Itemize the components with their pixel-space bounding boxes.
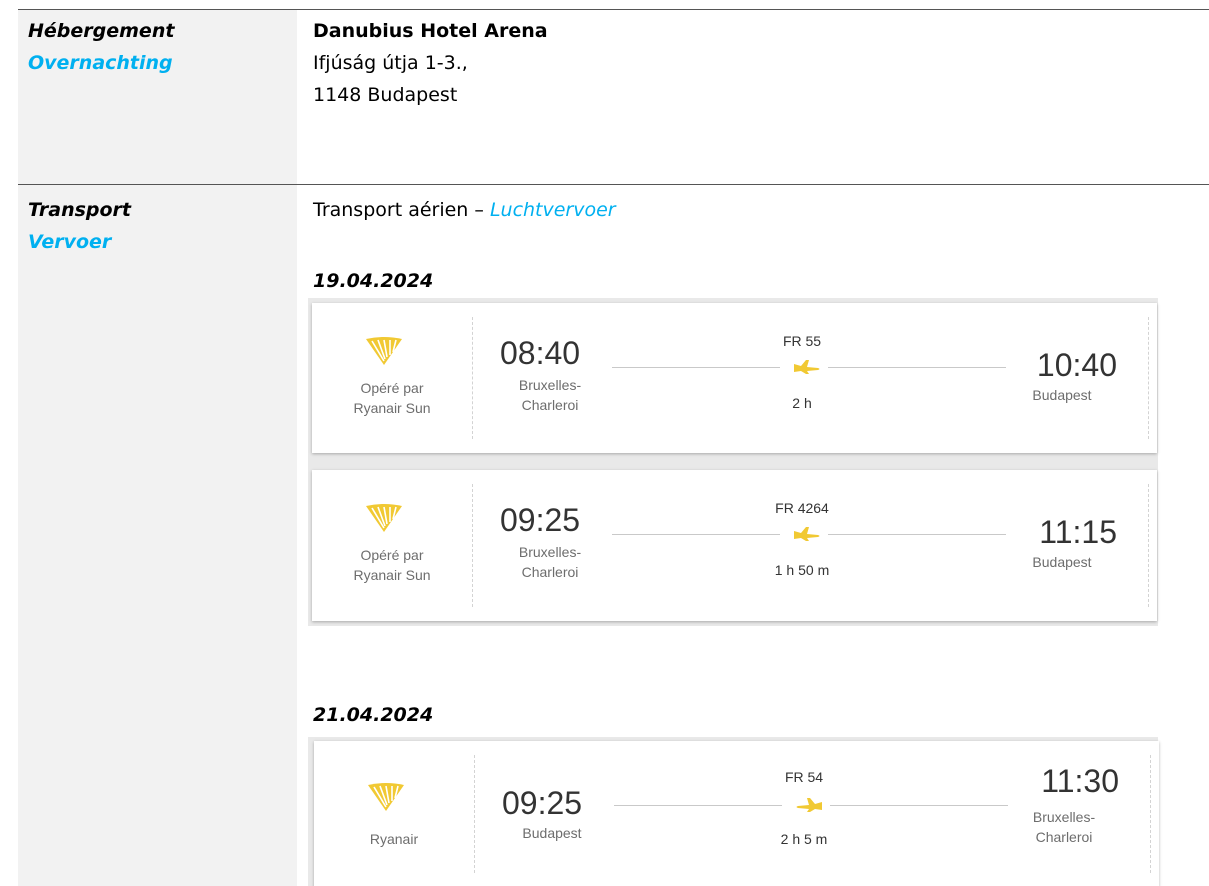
flight-duration: 2 h [792, 395, 812, 411]
transport-label-cell: Transport Vervoer [18, 185, 297, 886]
transport-label-fr: Transport [28, 199, 132, 221]
departure-time: 09:25 [502, 785, 583, 821]
airplane-icon [794, 360, 820, 374]
transport-mode-fr: Transport aérien – [313, 199, 490, 221]
accommodation-label-nl: Overnachting [28, 52, 173, 74]
hotel-address-line1: Ifjúság útja 1-3., [313, 52, 468, 74]
accommodation-row: Hébergement Overnachting Danubius Hotel … [18, 9, 1209, 184]
operator-line1: Ryanair [369, 831, 419, 847]
accommodation-label-fr: Hébergement [28, 20, 175, 42]
route-line-left [612, 367, 780, 368]
card-separator-right [1150, 755, 1151, 873]
airplane-icon [796, 798, 822, 812]
arrival-time: 10:40 [1036, 347, 1117, 383]
arrival-city-line1: Bruxelles- [1032, 809, 1096, 825]
hotel-name: Danubius Hotel Arena [313, 20, 548, 42]
ryanair-harp-icon [366, 504, 402, 532]
departure-time: 09:25 [500, 502, 581, 538]
flight-card[interactable]: Opéré par Ryanair Sun 08:40 Bruxelles- C… [312, 303, 1157, 453]
departure-city-line1: Budapest [522, 825, 582, 841]
flight-card[interactable]: Opéré par Ryanair Sun 09:25 Bruxelles- C… [312, 470, 1157, 621]
departure-city-line2: Charleroi [521, 397, 579, 413]
transport-label-nl: Vervoer [28, 231, 112, 253]
card-separator [472, 317, 473, 439]
arrival-city-line1: Budapest [1032, 554, 1092, 570]
operator-line1: Opéré par [360, 380, 424, 396]
arrival-city-line1: Budapest [1032, 387, 1092, 403]
arrival-time: 11:30 [1041, 763, 1119, 799]
card-separator [472, 484, 473, 607]
flight-number: FR 4264 [775, 500, 829, 516]
departure-city-line2: Charleroi [521, 564, 579, 580]
outbound-date: 19.04.2024 [313, 270, 434, 292]
departure-city-line1: Bruxelles- [518, 544, 582, 560]
flight-card[interactable]: Ryanair 09:25 Budapest FR 54 2 h 5 m 11:… [314, 741, 1159, 886]
departure-city-line1: Bruxelles- [518, 377, 582, 393]
card-separator [474, 755, 475, 873]
airplane-icon [794, 527, 820, 541]
route-line-left [614, 805, 782, 806]
flight-number: FR 54 [784, 769, 824, 785]
arrival-city-line2: Charleroi [1035, 829, 1093, 845]
card-separator-right [1148, 317, 1149, 439]
route-line-right [828, 534, 1006, 535]
transport-row: Transport Vervoer Transport aérien – Luc… [18, 184, 1209, 886]
operator-line2: Ryanair Sun [353, 567, 431, 583]
route-line-right [828, 367, 1006, 368]
operator-line2: Ryanair Sun [353, 400, 431, 416]
departure-time: 08:40 [500, 335, 581, 371]
hotel-address-line2: 1148 Budapest [313, 84, 458, 106]
ryanair-harp-icon [366, 337, 402, 365]
accommodation-label-cell: Hébergement Overnachting [18, 10, 297, 184]
route-line-left [612, 534, 780, 535]
return-date: 21.04.2024 [313, 704, 434, 726]
flight-duration: 2 h 5 m [780, 831, 828, 847]
arrival-time: 11:15 [1039, 514, 1117, 550]
transport-mode-nl: Luchtvervoer [489, 199, 616, 221]
transport-mode: Transport aérien – Luchtvervoer [313, 199, 616, 221]
card-separator-right [1148, 484, 1149, 607]
flight-duration: 1 h 50 m [774, 562, 830, 578]
ryanair-harp-icon [368, 783, 404, 811]
flight-number: FR 55 [782, 333, 822, 349]
operator-line1: Opéré par [360, 547, 424, 563]
route-line-right [830, 805, 1008, 806]
